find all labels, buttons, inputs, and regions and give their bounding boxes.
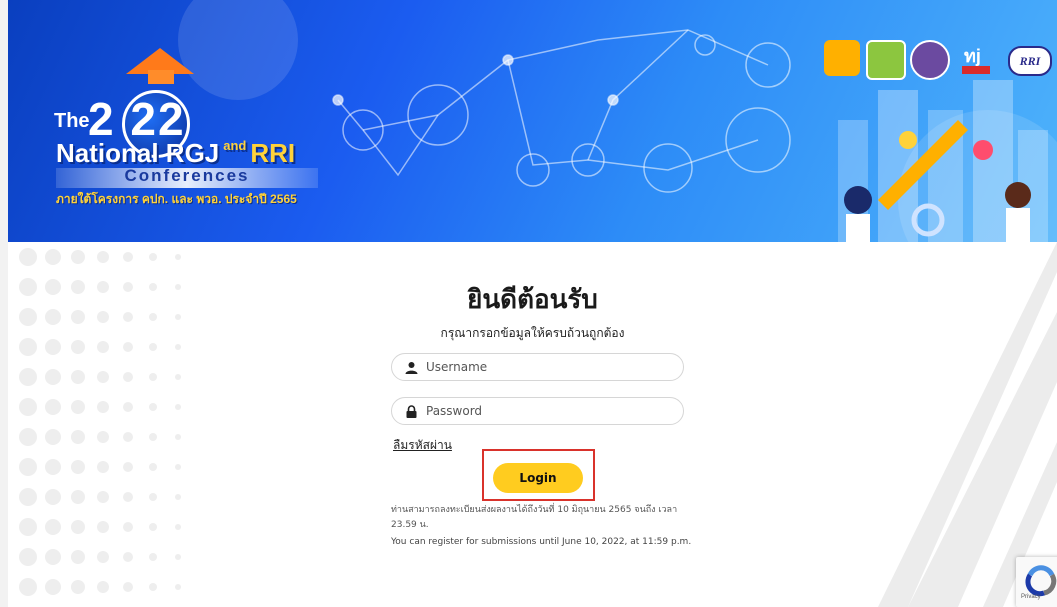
registration-note-english: You can register for submissions until J… bbox=[391, 537, 692, 547]
login-section: ยินดีต้อนรับ กรุณากรอกข้อมูลให้ครบถ้วนถู… bbox=[8, 242, 1057, 607]
welcome-subtitle: กรุณากรอกข้อมูลให้ครบถ้วนถูกต้อง bbox=[440, 326, 625, 340]
graduation-cap-band bbox=[148, 70, 174, 84]
page: The 2 22 National RGJ and RRI Conferences … bbox=[0, 0, 1057, 607]
logo-rri-text: RRI bbox=[250, 138, 296, 168]
user-icon bbox=[404, 360, 418, 374]
partner-logo-3-icon bbox=[910, 40, 950, 80]
city-illustration bbox=[838, 80, 1048, 242]
registration-note-thai: ท่านสามารถลงทะเบียนส่งผลงานได้ถึงวันที่ … bbox=[391, 505, 678, 530]
logo-and-text: and bbox=[223, 138, 247, 153]
forgot-password-link[interactable]: ลืมรหัสผ่าน bbox=[393, 436, 452, 455]
partner-logo-1-icon bbox=[824, 40, 860, 76]
partner-logo-2-icon bbox=[866, 40, 906, 80]
welcome-title: ยินดีต้อนรับ bbox=[467, 285, 598, 315]
conference-banner: The 2 22 National RGJ and RRI Conferences … bbox=[8, 0, 1057, 242]
logo-title: National RGJ and RRI bbox=[56, 138, 295, 169]
login-button[interactable]: Login bbox=[493, 463, 583, 493]
logo-national-text: National RGJ bbox=[56, 138, 220, 168]
left-border bbox=[0, 0, 8, 607]
logo-conferences: Conferences bbox=[124, 166, 250, 185]
username-field[interactable] bbox=[391, 353, 684, 381]
logo-the: The bbox=[54, 110, 90, 132]
logo-subtitle: ภายใต้โครงการ คปก. และ พวอ. ประจำปี 2565 bbox=[56, 192, 297, 206]
partner-logo-4-icon: ทj bbox=[958, 40, 994, 76]
recaptcha-privacy-label[interactable]: Privacy bbox=[1021, 594, 1041, 600]
password-input[interactable] bbox=[426, 404, 666, 418]
svg-text:ทj: ทj bbox=[964, 46, 981, 66]
lock-icon bbox=[404, 404, 418, 418]
username-input[interactable] bbox=[426, 360, 666, 374]
partner-rri-logo: RRI bbox=[1008, 46, 1052, 76]
password-field[interactable] bbox=[391, 397, 684, 425]
